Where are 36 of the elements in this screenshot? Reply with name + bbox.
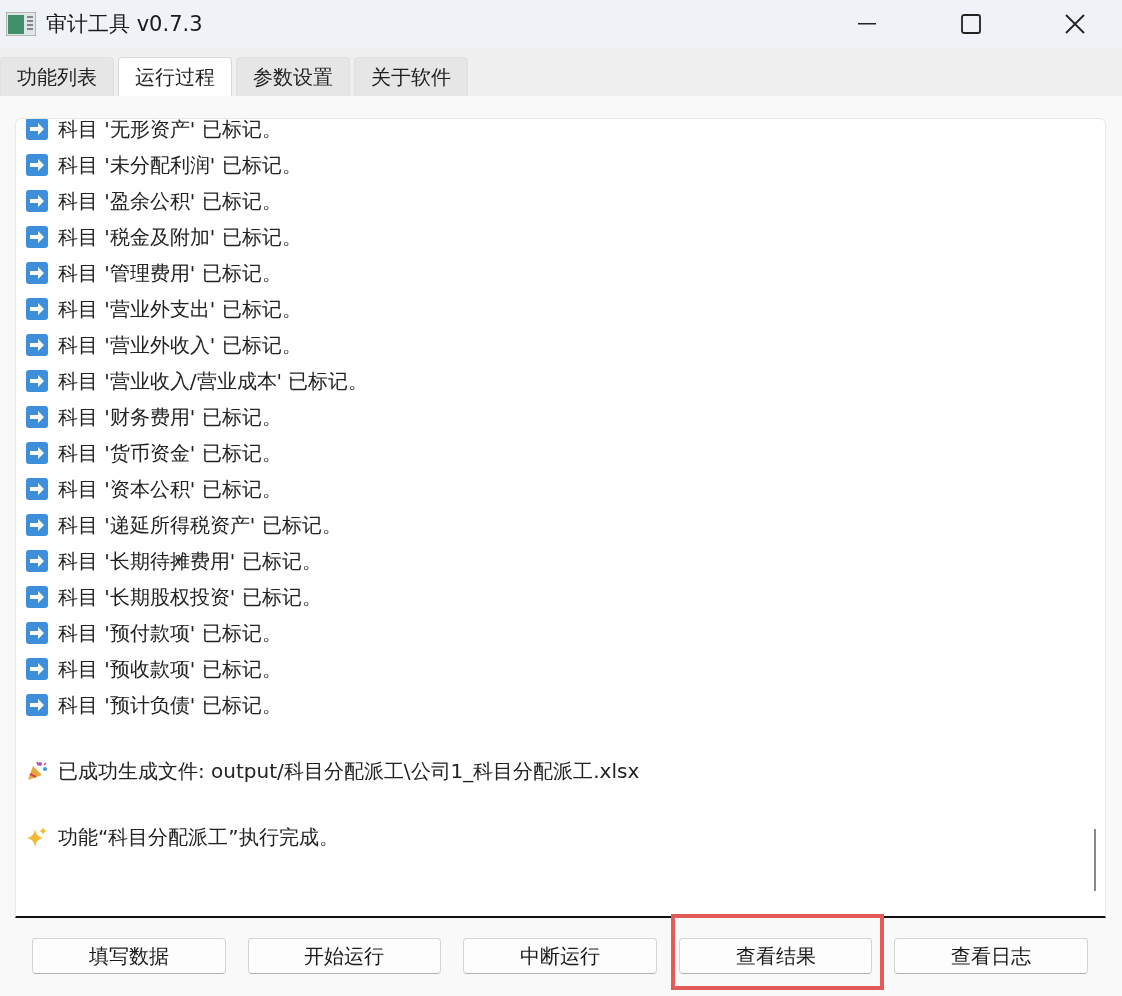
log-line: 科目 '长期待摊费用' 已标记。	[58, 547, 322, 575]
log-line: 科目 '营业外收入' 已标记。	[58, 331, 302, 359]
log-line: 科目 '财务费用' 已标记。	[58, 403, 282, 431]
log-line: 科目 '预收款项' 已标记。	[58, 655, 282, 683]
log-line: 科目 '长期股权投资' 已标记。	[58, 583, 322, 611]
log-line: 科目 '货币资金' 已标记。	[58, 439, 282, 467]
close-icon[interactable]	[1065, 14, 1085, 34]
party-popper-icon	[26, 760, 48, 782]
log-line: 科目 '无形资产' 已标记。	[58, 119, 282, 143]
tab[interactable]: 运行过程	[118, 57, 232, 96]
tab[interactable]: 关于软件	[354, 57, 468, 96]
action-button[interactable]: 查看结果	[678, 938, 873, 974]
log-line: 功能“科目分配派工”执行完成。	[58, 823, 339, 851]
log-line: 科目 '营业外支出' 已标记。	[58, 295, 302, 323]
tab[interactable]: 参数设置	[236, 57, 350, 96]
log-line: 科目 '预计负债' 已标记。	[58, 691, 282, 719]
log-line: 科目 '营业收入/营业成本' 已标记。	[58, 367, 369, 395]
tab[interactable]: 功能列表	[0, 57, 114, 96]
action-button[interactable]: 开始运行	[247, 938, 442, 974]
action-button[interactable]: 查看日志	[894, 938, 1088, 974]
action-button[interactable]: 填写数据	[32, 938, 226, 974]
log-line: 已成功生成文件: output/科目分配派工\公司1_科目分配派工.xlsx	[58, 757, 640, 785]
log-line: 科目 '管理费用' 已标记。	[58, 259, 282, 287]
log-line: 科目 '预付款项' 已标记。	[58, 619, 282, 647]
scrollbar[interactable]	[1094, 829, 1096, 891]
log-line: 科目 '未分配利润' 已标记。	[58, 151, 302, 179]
log-line: 科目 '递延所得税资产' 已标记。	[58, 511, 342, 539]
app-icon	[6, 12, 36, 36]
minimize-icon[interactable]	[858, 23, 876, 25]
log-line: 科目 '盈余公积' 已标记。	[58, 187, 282, 215]
action-button[interactable]: 中断运行	[463, 938, 657, 974]
log-line: 科目 '资本公积' 已标记。	[58, 475, 282, 503]
sparkles-icon	[26, 826, 48, 848]
maximize-icon[interactable]	[961, 14, 981, 34]
window-title: 审计工具 v0.7.3	[46, 11, 204, 38]
log-line: 科目 '税金及附加' 已标记。	[58, 223, 302, 251]
